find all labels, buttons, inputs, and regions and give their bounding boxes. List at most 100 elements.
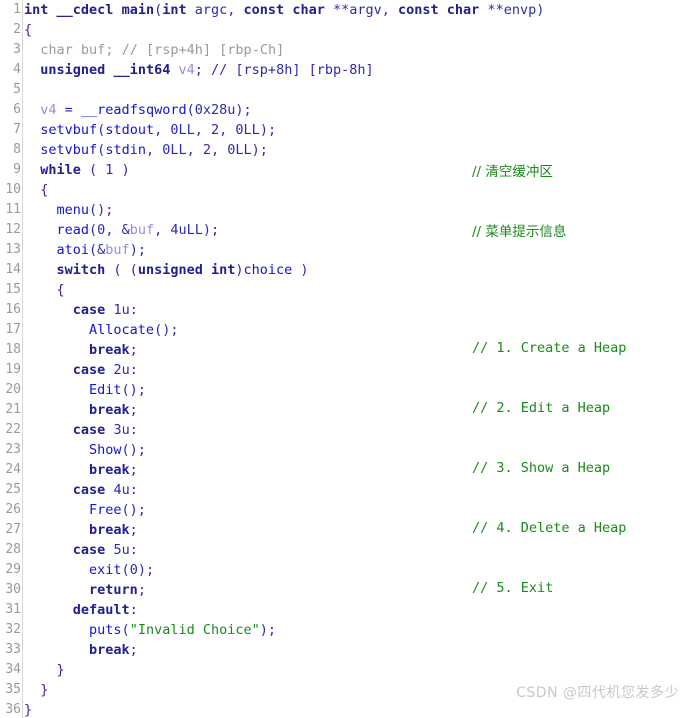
- punctuation: =: [56, 102, 81, 118]
- keyword-switch: switch: [56, 262, 106, 278]
- keyword-default: default: [72, 602, 130, 618]
- keyword-char: char: [292, 2, 325, 18]
- code-line-text: v4 = __readfsqword(0x28u);: [24, 100, 689, 120]
- punctuation: ;: [137, 582, 146, 598]
- code-line[interactable]: menu();// 菜单提示信息: [24, 200, 689, 240]
- code-line[interactable]: return;: [24, 580, 689, 600]
- call-puts: puts: [89, 622, 122, 638]
- punctuation: [24, 342, 89, 358]
- local-var-v4: v4: [178, 62, 195, 78]
- code-line[interactable]: case 2u:: [24, 360, 689, 380]
- call-Edit: Edit: [89, 382, 122, 398]
- punctuation: [24, 582, 89, 598]
- code-line[interactable]: {: [24, 280, 689, 300]
- code-line-text: unsigned __int64 v4; // [rsp+8h] [rbp-8h…: [24, 60, 689, 80]
- code-line[interactable]: case 4u:: [24, 480, 689, 500]
- code-line[interactable]: unsigned __int64 v4; // [rsp+8h] [rbp-8h…: [24, 60, 689, 80]
- code-line-text: break;: [24, 640, 689, 660]
- unused-declaration: h: [194, 42, 203, 58]
- line-number: 23: [5, 442, 21, 457]
- code-line[interactable]: char buf; // [rsp+4h] [rbp-Ch]: [24, 40, 689, 60]
- identifier: h: [357, 62, 366, 78]
- punctuation: [113, 2, 121, 18]
- punctuation: :: [129, 482, 138, 498]
- line-number: 27: [5, 522, 21, 537]
- code-line[interactable]: while ( 1 ): [24, 160, 689, 180]
- code-line-text: Free();: [24, 500, 689, 520]
- call-read: read: [56, 222, 90, 238]
- line-number: 13: [5, 242, 21, 257]
- code-line[interactable]: break;: [24, 400, 689, 420]
- line-number-gutter[interactable]: 1 2 3 4 5 6 7 8 9 10 11 12 13 14 15 16 17 18 19 20 21 22 23 24 2…: [0, 0, 23, 718]
- punctuation: [24, 642, 89, 658]
- line-number: 31: [5, 602, 21, 617]
- symbol-stdout: stdout: [105, 122, 155, 138]
- code-line[interactable]: Show();// 3. Show a Heap: [24, 440, 689, 476]
- numeric-literal: 4: [186, 42, 195, 58]
- keyword-int: int: [210, 262, 236, 278]
- line-number: 11: [5, 202, 21, 217]
- code-line[interactable]: puts("Invalid Choice");: [24, 620, 689, 640]
- code-line[interactable]: v4 = __readfsqword(0x28u);: [24, 100, 689, 120]
- code-text-area[interactable]: int __cdecl main(int argc, const char **…: [24, 0, 689, 718]
- code-line-text: {: [24, 20, 689, 40]
- code-line[interactable]: }: [24, 680, 689, 700]
- punctuation: [24, 262, 57, 278]
- code-line[interactable]: }: [24, 660, 689, 680]
- code-line[interactable]: break;: [24, 340, 689, 360]
- call-exit: exit: [89, 562, 122, 578]
- code-line[interactable]: [24, 80, 689, 100]
- punctuation: [24, 382, 89, 398]
- punctuation: (: [89, 222, 98, 238]
- code-line[interactable]: setvbuf(stdout, 0LL, 2, 0LL);: [24, 120, 689, 140]
- line-number: 26: [5, 502, 21, 517]
- code-line[interactable]: break;: [24, 460, 689, 480]
- punctuation: :: [129, 362, 138, 378]
- line-number: 30: [5, 582, 21, 597]
- pseudocode-view[interactable]: 1 2 3 4 5 6 7 8 9 10 11 12 13 14 15 16 17 18 19 20 21 22 23 24 2…: [0, 0, 689, 718]
- code-line[interactable]: {: [24, 180, 689, 200]
- punctuation: [24, 622, 89, 638]
- keyword-case: case: [72, 482, 106, 498]
- punctuation: [24, 422, 73, 438]
- line-number: 24: [5, 462, 21, 477]
- code-line-text: break;: [24, 340, 689, 360]
- unused-declaration: rbp: [227, 42, 252, 58]
- code-line[interactable]: Edit();// 2. Edit a Heap: [24, 380, 689, 416]
- code-line[interactable]: default:: [24, 600, 689, 620]
- code-line[interactable]: case 1u:: [24, 300, 689, 320]
- line-number: 21: [5, 402, 21, 417]
- function-name-main: main: [121, 2, 155, 18]
- code-line-text: return;: [24, 580, 689, 600]
- identifier: envp: [503, 2, 537, 18]
- code-line[interactable]: break;: [24, 640, 689, 660]
- keyword-case: case: [72, 302, 106, 318]
- punctuation: [24, 462, 89, 478]
- code-line[interactable]: switch ( (unsigned int)choice ): [24, 260, 689, 280]
- line-number: 25: [5, 482, 21, 497]
- code-line[interactable]: case 3u:: [24, 420, 689, 440]
- code-line[interactable]: int __cdecl main(int argc, const char **…: [24, 0, 689, 20]
- punctuation: [24, 482, 73, 498]
- line-number: 16: [5, 302, 21, 317]
- code-line[interactable]: case 5u:: [24, 540, 689, 560]
- keyword-int: int: [24, 2, 49, 18]
- code-line[interactable]: }: [24, 700, 689, 718]
- unused-declaration: buf: [80, 42, 106, 58]
- code-line[interactable]: setvbuf(stdin, 0LL, 2, 0LL);// 清空缓冲区: [24, 140, 689, 180]
- line-number: 29: [5, 562, 21, 577]
- keyword-unsigned: unsigned: [137, 262, 203, 278]
- code-line-text: case 5u:: [24, 540, 689, 560]
- code-line[interactable]: atoi(&buf);: [24, 240, 689, 260]
- line-number: 34: [5, 662, 21, 677]
- keyword-break: break: [89, 462, 130, 478]
- punctuation: [439, 2, 447, 18]
- code-line[interactable]: Allocate();// 1. Create a Heap: [24, 320, 689, 356]
- code-line[interactable]: exit(0);// 5. Exit: [24, 560, 689, 596]
- code-line[interactable]: Free();// 4. Delete a Heap: [24, 500, 689, 536]
- code-line[interactable]: read(0, &buf, 4uLL);: [24, 220, 689, 240]
- code-line-text: setvbuf(stdout, 0LL, 2, 0LL);: [24, 120, 689, 140]
- code-line[interactable]: break;: [24, 520, 689, 540]
- code-line[interactable]: {: [24, 20, 689, 40]
